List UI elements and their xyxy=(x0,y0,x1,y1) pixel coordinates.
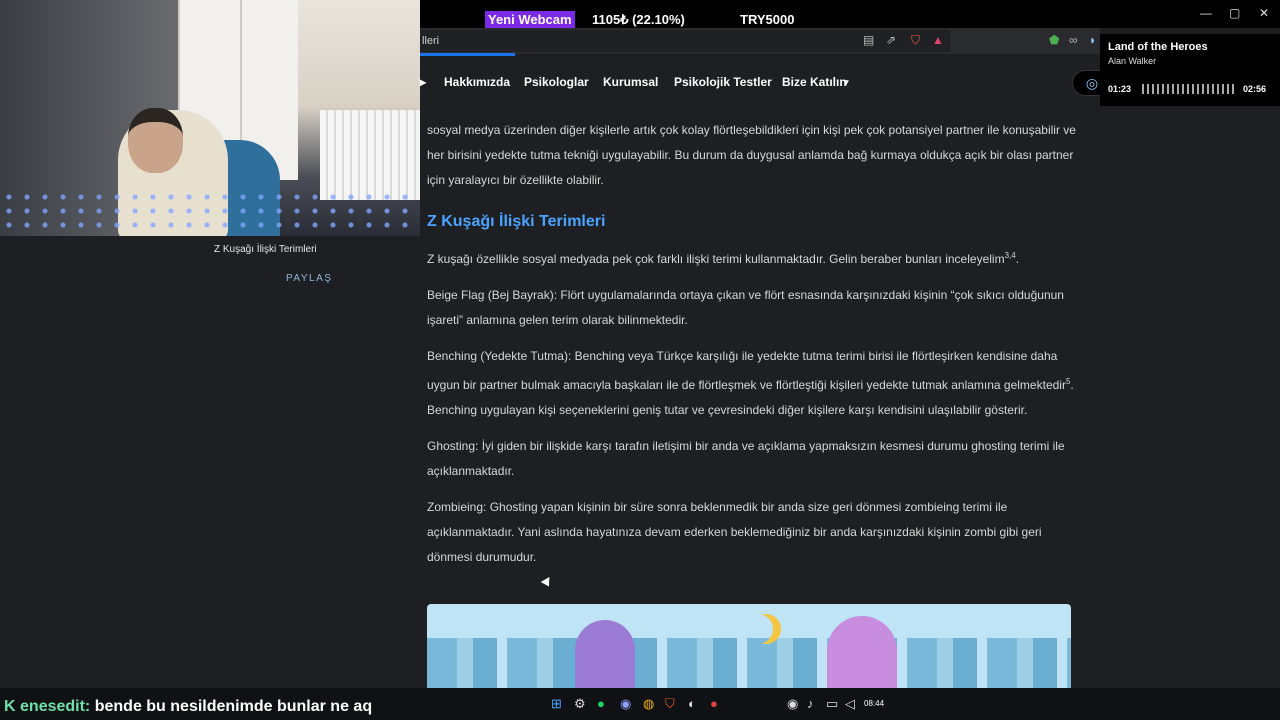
article-illustration xyxy=(427,604,1071,688)
section-heading: Z Kuşağı İlişki Terimleri xyxy=(427,213,606,230)
reader-mode-icon[interactable]: ▤ xyxy=(863,33,874,47)
paragraph-benching: Benching (Yedekte Tutma): Benching veya … xyxy=(427,349,1074,417)
browser-toolbar: lleri ▤ ⇗ ⛉ ▲ ⬟ ∞ ◗ xyxy=(420,28,1100,54)
nav-item-psikolojik-testler[interactable]: Psikolojik Testler xyxy=(674,75,772,89)
moon-icon xyxy=(743,614,773,644)
paragraph-beige-flag: Beige Flag (Bej Bayrak): Flört uygulamal… xyxy=(427,288,1064,327)
paragraph-intro-cut: sosyal medya üzerinden diğer kişilerle a… xyxy=(427,123,1076,187)
taskbar-clock: 08:44 xyxy=(864,699,885,708)
chevron-down-icon[interactable]: ▾ xyxy=(844,77,849,88)
brave-icon[interactable]: ⛉ xyxy=(665,696,675,712)
nav-item-psikologlar[interactable]: Psikologlar xyxy=(524,75,589,89)
maximize-button[interactable]: ▢ xyxy=(1229,6,1240,20)
obs-icon[interactable]: ◐ xyxy=(688,696,696,711)
now-playing-widget: Land of the Heroes Alan Walker 01:23 02:… xyxy=(1100,34,1280,106)
brave-shield-icon[interactable]: ⛉ xyxy=(911,33,920,48)
nav-item-kurumsal[interactable]: Kurumsal xyxy=(603,75,658,89)
screen: Yeni Webcam 1105₺ (22.10%) TRY5000 — ▢ ✕… xyxy=(0,0,1280,720)
volume-icon[interactable]: ◁ xyxy=(845,696,855,712)
minimize-button[interactable]: — xyxy=(1200,6,1212,20)
donation-goal: TRY5000 xyxy=(740,12,795,27)
paragraph-intro: Z kuşağı özellikle sosyal medyada pek ço… xyxy=(427,251,1020,266)
paragraph-zombieing: Zombieing: Ghosting yapan kişinin bir sü… xyxy=(427,500,1042,564)
donation-progress: 1105₺ (22.10%) xyxy=(592,12,685,27)
app-icon[interactable]: ● xyxy=(710,696,718,711)
spotify-icon[interactable]: ● xyxy=(597,696,605,711)
chat-text: bende bu nesildenimde bunlar ne aq xyxy=(94,698,373,715)
chat-message: K enesedit: bende bu nesildenimde bunlar… xyxy=(4,698,372,716)
chat-username: enesedit: xyxy=(20,698,91,715)
track-elapsed: 01:23 xyxy=(1108,84,1132,94)
paragraph-ghosting: Ghosting: İyi giden bir ilişkide karşı t… xyxy=(427,439,1065,478)
share-icon[interactable]: ⇗ xyxy=(886,33,896,47)
track-artist: Alan Walker xyxy=(1108,56,1157,66)
toc-caption: Z Kuşağı İlişki Terimleri xyxy=(214,244,317,255)
microphone-icon[interactable]: ♪ xyxy=(807,696,814,711)
footnote-ref[interactable]: 3,4 xyxy=(1005,251,1016,260)
chrome-icon[interactable]: ◍ xyxy=(643,696,654,712)
nav-item-bize-katilin[interactable]: Bize Katılın xyxy=(782,75,847,89)
network-icon[interactable]: ▭ xyxy=(826,696,838,712)
rewards-icon[interactable]: ▲ xyxy=(932,33,944,47)
settings-icon[interactable]: ⚙ xyxy=(574,696,586,712)
tray-discord-icon[interactable]: ◉ xyxy=(787,696,798,712)
nav-item-hakkimizda[interactable]: Hakkımızda xyxy=(444,75,510,89)
track-total: 02:56 xyxy=(1243,84,1267,94)
windows-start-icon[interactable]: ⊞ xyxy=(551,696,562,712)
chat-badge: K xyxy=(4,698,16,715)
mouse-cursor xyxy=(540,577,554,589)
share-button[interactable]: PAYLAŞ xyxy=(286,273,332,284)
close-window-button[interactable]: ✕ xyxy=(1259,6,1269,20)
extension-icon[interactable]: ⬟ xyxy=(1049,33,1059,47)
discord-icon[interactable]: ◉ xyxy=(620,696,631,712)
nav-arrow-icon: ▸ xyxy=(420,75,427,89)
vpn-icon[interactable]: ∞ xyxy=(1069,33,1078,47)
track-waveform xyxy=(1142,84,1234,94)
webcam-goal-badge: Yeni Webcam xyxy=(485,11,575,29)
webcam-feed xyxy=(0,0,420,236)
article-body: sosyal medya üzerinden diğer kişilerle a… xyxy=(427,94,1077,570)
audio-icon[interactable]: ◗ xyxy=(1089,33,1096,47)
track-title: Land of the Heroes xyxy=(1108,41,1208,53)
